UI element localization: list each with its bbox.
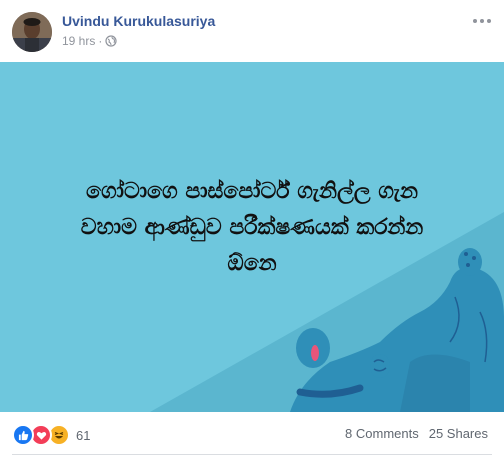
reaction-count: 61	[76, 427, 91, 443]
image-caption: ගෝටාගෙ පාස්පෝර්ට් ගැනිල්ල ගැන වහාම ආණ්ඩු…	[0, 174, 504, 282]
post-image[interactable]: ගෝටාගෙ පාස්පෝර්ට් ගැනිල්ල ගැන වහාම ආණ්ඩු…	[0, 62, 504, 412]
facebook-post: Uvindu Kurukulasuriya 19 hrs · ගෝටාගෙ පා…	[0, 0, 504, 455]
caption-line-3: ඕනෙ	[227, 251, 277, 276]
author-name[interactable]: Uvindu Kurukulasuriya	[62, 13, 215, 29]
like-icon	[12, 424, 34, 446]
caption-line-2: වහාම ආණ්ඩුව පරීක්ෂණයක් කරන්න	[80, 215, 424, 240]
meta-separator: ·	[98, 34, 103, 48]
post-footer: 61 8 Comments 25 Shares	[0, 412, 504, 455]
reactions-summary[interactable]: 61	[12, 424, 90, 446]
caption-line-1: ගෝටාගෙ පාස්පෝර්ට් ගැනිල්ල ගැන	[86, 179, 418, 204]
shares-count-link[interactable]: 25 Shares	[429, 426, 488, 441]
post-meta: 19 hrs ·	[62, 34, 117, 48]
comments-count-link[interactable]: 8 Comments	[345, 426, 419, 441]
globe-icon[interactable]	[105, 35, 117, 47]
avatar-image	[12, 12, 52, 52]
more-options-button[interactable]	[468, 10, 496, 32]
author-avatar[interactable]	[12, 12, 52, 52]
engagement-counts: 8 Comments 25 Shares	[345, 426, 488, 441]
more-options-icon	[473, 19, 477, 23]
post-timestamp[interactable]: 19 hrs	[62, 34, 95, 48]
post-header: Uvindu Kurukulasuriya 19 hrs ·	[0, 0, 504, 62]
